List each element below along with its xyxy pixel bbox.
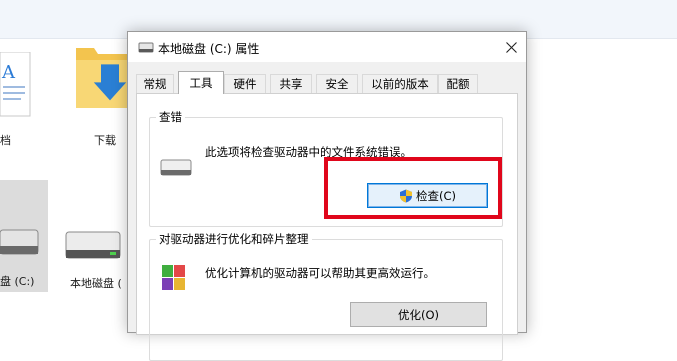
drive-c-label: 盘 (C:)	[0, 275, 35, 288]
tab-general[interactable]: 常规	[136, 74, 174, 94]
local-drive-icon[interactable]	[64, 226, 122, 262]
error-check-title: 查错	[156, 109, 185, 125]
tab-security[interactable]: 安全	[316, 74, 358, 94]
dialog-title: 本地磁盘 (C:) 属性	[158, 42, 260, 56]
tab-sharing[interactable]: 共享	[270, 74, 312, 94]
tab-tools[interactable]: 工具	[178, 71, 224, 94]
close-icon	[505, 41, 517, 53]
optimize-button-label: 优化(O)	[397, 307, 440, 322]
drive-icon	[160, 159, 192, 176]
drive-icon	[138, 42, 154, 53]
dialog-titlebar[interactable]: 本地磁盘 (C:) 属性	[128, 32, 526, 62]
optimize-button[interactable]: 优化(O)	[350, 302, 487, 327]
close-button[interactable]	[496, 32, 526, 62]
svg-text:A: A	[1, 62, 16, 83]
tab-hardware[interactable]: 硬件	[224, 74, 266, 94]
document-icon[interactable]: A	[0, 52, 34, 118]
defrag-icon	[162, 265, 185, 290]
tab-previous-versions[interactable]: 以前的版本	[362, 74, 438, 94]
document-label: 档	[0, 134, 11, 147]
tab-quota[interactable]: 配额	[438, 74, 478, 94]
drive-c-icon	[0, 229, 39, 255]
optimize-title: 对驱动器进行优化和碎片整理	[156, 231, 312, 247]
optimize-group: 对驱动器进行优化和碎片整理 优化计算机的驱动器可以帮助其更高效运行。 优化(O)	[149, 231, 503, 361]
downloads-label: 下载	[94, 134, 116, 147]
optimize-description: 优化计算机的驱动器可以帮助其更高效运行。	[205, 266, 435, 280]
downloads-folder-icon[interactable]	[72, 42, 134, 118]
local-drive-label: 本地磁盘 (	[70, 277, 122, 290]
highlight-box	[324, 157, 502, 219]
